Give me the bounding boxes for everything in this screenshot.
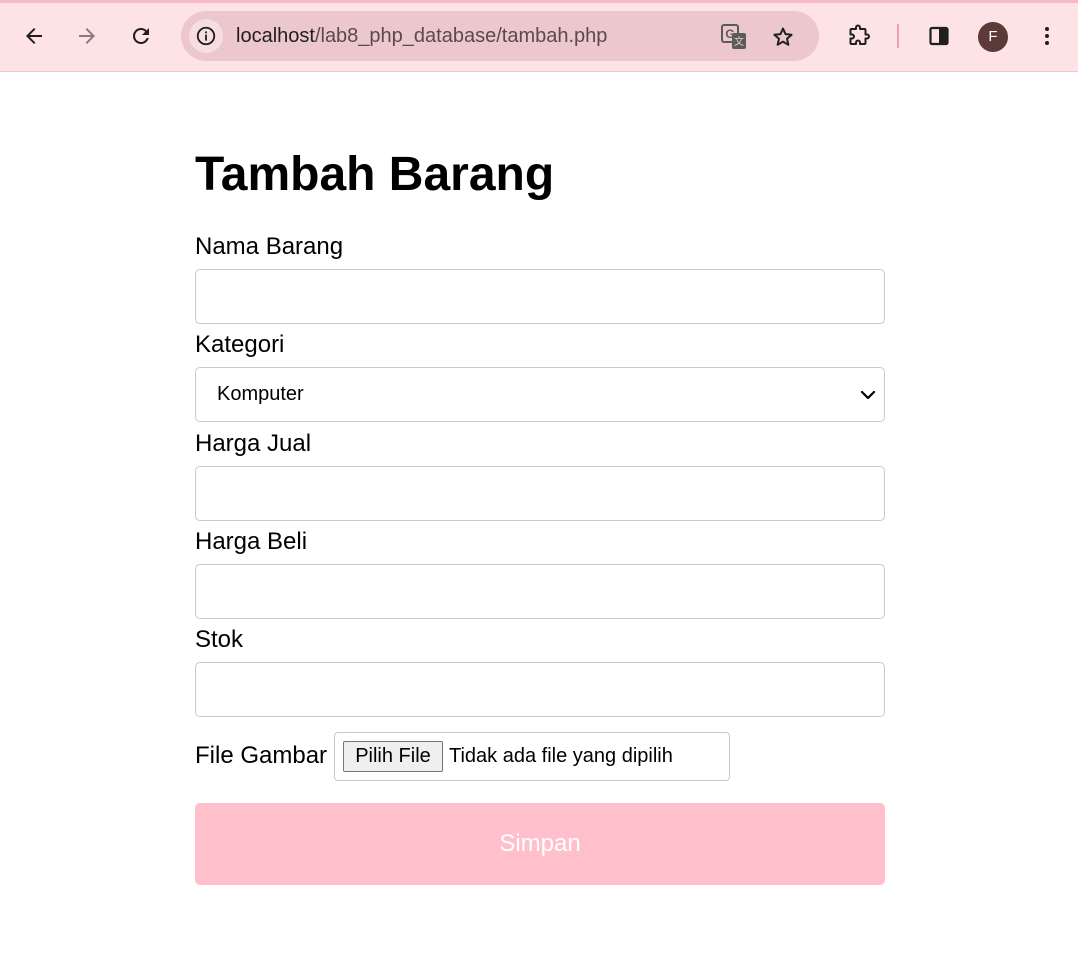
harga-beli-input[interactable] — [195, 564, 885, 619]
simpan-button[interactable]: Simpan — [195, 803, 885, 885]
profile-avatar[interactable]: F — [978, 22, 1008, 52]
nama-barang-input[interactable] — [195, 269, 885, 324]
file-gambar-input[interactable]: Pilih File Tidak ada file yang dipilih — [334, 732, 730, 781]
site-info-button[interactable] — [189, 19, 223, 53]
toolbar-divider — [897, 24, 899, 48]
side-panel-icon — [929, 26, 949, 46]
site-info-icon — [196, 26, 216, 46]
forward-button[interactable] — [69, 18, 105, 54]
page-title: Tambah Barang — [195, 148, 555, 201]
kategori-select[interactable]: Komputer — [195, 367, 885, 422]
choose-file-button[interactable]: Pilih File — [343, 741, 443, 772]
file-status-text: Tidak ada file yang dipilih — [449, 745, 673, 767]
back-button[interactable] — [16, 18, 52, 54]
tab-strip-edge — [0, 0, 1078, 3]
translate-icon: G 文 — [721, 24, 746, 49]
url-path: /lab8_php_database/tambah.php — [314, 25, 608, 47]
harga-beli-label: Harga Beli — [195, 528, 308, 555]
reload-icon — [132, 27, 149, 44]
stok-label: Stok — [195, 626, 244, 653]
reload-button[interactable] — [123, 18, 159, 54]
extensions-button[interactable] — [841, 18, 877, 54]
harga-jual-input[interactable] — [195, 466, 885, 521]
back-arrow-icon — [26, 28, 42, 44]
side-panel-button[interactable] — [921, 18, 957, 54]
extensions-icon — [849, 24, 870, 45]
address-bar[interactable]: localhost/lab8_php_database/tambah.php G… — [181, 11, 819, 61]
bookmark-star-icon — [773, 27, 793, 46]
chevron-down-icon — [860, 390, 876, 400]
nama-barang-label: Nama Barang — [195, 233, 344, 260]
forward-arrow-icon — [79, 28, 95, 44]
more-menu-icon — [1045, 27, 1049, 45]
file-gambar-label: File Gambar — [195, 742, 328, 769]
svg-text:文: 文 — [734, 35, 744, 48]
url-host: localhost — [236, 25, 315, 47]
more-menu-button[interactable] — [1029, 18, 1065, 54]
url-text[interactable]: localhost/lab8_php_database/tambah.php — [236, 11, 607, 61]
harga-jual-label: Harga Jual — [195, 430, 312, 457]
bookmark-button[interactable] — [770, 24, 796, 50]
kategori-label: Kategori — [195, 331, 285, 358]
stok-input[interactable] — [195, 662, 885, 717]
browser-toolbar: localhost/lab8_php_database/tambah.php G… — [0, 0, 1078, 72]
kategori-selected-value: Komputer — [217, 383, 304, 405]
translate-button[interactable]: G 文 — [721, 24, 747, 50]
